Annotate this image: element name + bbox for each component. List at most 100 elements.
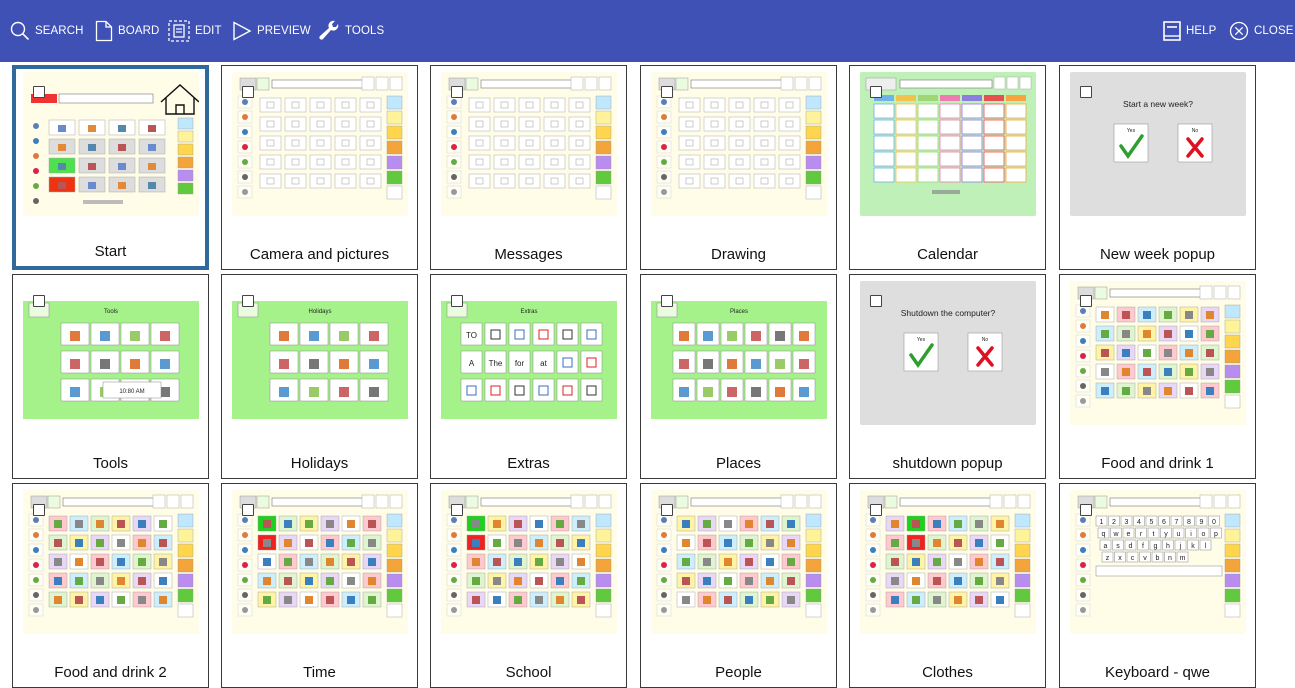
thumb-cell-symbol — [933, 558, 941, 566]
thumb-nav-symbol — [661, 189, 667, 195]
keyboard-key-label: o — [1202, 531, 1206, 538]
thumb-cell-symbol — [682, 596, 690, 604]
thumb-cell-symbol — [703, 577, 711, 585]
board-tile[interactable]: Start a new week? Yes No New week popup — [1059, 65, 1256, 270]
tile-select-checkbox[interactable] — [1080, 295, 1092, 307]
thumb-cell-symbol — [954, 596, 962, 604]
thumb-cell-symbol — [556, 577, 564, 585]
board-thumbnail — [232, 490, 408, 634]
board-tile[interactable]: Drawing — [640, 65, 837, 270]
thumb-cell-symbol — [88, 182, 96, 189]
thumb-cell-symbol — [996, 520, 1004, 528]
tile-select-checkbox[interactable] — [242, 86, 254, 98]
tile-select-checkbox[interactable] — [1080, 86, 1092, 98]
thumb-cell-symbol — [799, 387, 809, 397]
thumb-cell-symbol — [577, 539, 585, 547]
tile-select-checkbox[interactable] — [661, 504, 673, 516]
board-tile[interactable]: 1 2 3 4 5 6 7 8 9 0 q w e r t y u i o p a s d f g h j k l z x c v b n m Keyb… — [1059, 483, 1256, 688]
tile-select-checkbox[interactable] — [33, 295, 45, 307]
tile-label: Camera and pictures — [249, 246, 390, 263]
tools-label: TOOLS — [345, 25, 385, 37]
thumb-cell-symbol — [766, 577, 774, 585]
tile-select-checkbox[interactable] — [661, 295, 673, 307]
board-tile[interactable]: Extras TO A The for at Extras — [430, 274, 627, 479]
thumb-cell — [334, 97, 357, 113]
board-tile[interactable]: Clothes — [849, 483, 1046, 688]
board-tile[interactable]: Calendar — [849, 65, 1046, 270]
thumb-side-cell — [1224, 603, 1241, 618]
thumb-side-cell — [595, 558, 612, 573]
thumb-top-button — [375, 76, 389, 91]
thumb-message-bar — [899, 79, 993, 89]
tile-select-checkbox[interactable] — [242, 295, 254, 307]
thumb-cell-symbol — [117, 596, 125, 604]
thumb-nav-symbol — [661, 592, 667, 598]
thumb-cell — [468, 116, 491, 132]
board-tile[interactable]: School — [430, 483, 627, 688]
board-tile[interactable]: Holidays Holidays — [221, 274, 418, 479]
tile-select-checkbox[interactable] — [33, 86, 45, 98]
thumb-cell — [939, 167, 961, 183]
help-button[interactable]: HELP — [1163, 0, 1216, 62]
thumb-nav-symbol — [33, 607, 39, 613]
thumb-side-cell — [595, 513, 612, 528]
thumb-nav-symbol — [661, 159, 667, 165]
tile-label: shutdown popup — [892, 455, 1003, 472]
tile-select-checkbox[interactable] — [870, 86, 882, 98]
thumb-top-button — [389, 494, 403, 509]
thumb-cell-symbol — [368, 577, 376, 585]
board-tile[interactable]: Food and drink 2 — [12, 483, 209, 688]
board-tile[interactable]: Tools 10:80 AM Tools — [12, 274, 209, 479]
thumb-cell-symbol — [54, 558, 62, 566]
tile-select-checkbox[interactable] — [451, 295, 463, 307]
thumb-cell — [580, 378, 603, 402]
board-tile[interactable]: Places Places — [640, 274, 837, 479]
board-thumbnail — [1070, 281, 1246, 425]
close-button[interactable]: CLOSE — [1229, 0, 1294, 62]
thumb-cell-symbol — [556, 539, 564, 547]
thumb-cell — [309, 135, 332, 151]
thumb-cell-symbol — [118, 163, 126, 170]
thumb-cell — [895, 167, 917, 183]
edit-button[interactable]: EDIT — [168, 0, 222, 62]
board-tile[interactable]: Camera and pictures — [221, 65, 418, 270]
thumb-cell-symbol — [703, 596, 711, 604]
tile-select-checkbox[interactable] — [451, 504, 463, 516]
thumb-cell-symbol — [326, 558, 334, 566]
tile-select-checkbox[interactable] — [661, 86, 673, 98]
preview-button[interactable]: PREVIEW — [232, 0, 311, 62]
thumb-cell — [753, 116, 776, 132]
thumb-cell-symbol — [535, 539, 543, 547]
keyboard-key-label: j — [1179, 543, 1182, 550]
thumb-cell — [580, 350, 603, 374]
thumb-cell-symbol — [326, 577, 334, 585]
thumb-cell-symbol — [724, 596, 732, 604]
thumb-cell — [259, 97, 282, 113]
board-tile[interactable]: Time — [221, 483, 418, 688]
board-tile[interactable]: Shutdown the computer? Yes No shutdown popu… — [849, 274, 1046, 479]
thumb-nav-symbol — [242, 532, 248, 538]
thumb-cell-symbol — [159, 577, 167, 585]
board-thumbnail — [860, 490, 1036, 634]
tile-select-checkbox[interactable] — [870, 504, 882, 516]
board-tile[interactable]: Start — [12, 65, 209, 270]
thumb-nav-symbol — [242, 159, 248, 165]
board-button[interactable]: BOARD — [95, 0, 159, 62]
tile-select-checkbox[interactable] — [242, 504, 254, 516]
thumb-cell-symbol — [58, 125, 66, 132]
tile-select-checkbox[interactable] — [870, 295, 882, 307]
thumb-cell-symbol — [1206, 349, 1214, 357]
keyboard-key-label: w — [1112, 531, 1119, 538]
search-button[interactable]: SEARCH — [10, 0, 84, 62]
thumb-nav-symbol — [242, 607, 248, 613]
tile-select-checkbox[interactable] — [451, 86, 463, 98]
thumb-cell-symbol — [975, 520, 983, 528]
board-tile[interactable]: Messages — [430, 65, 627, 270]
thumb-cell-symbol — [577, 577, 585, 585]
tile-select-checkbox[interactable] — [1080, 504, 1092, 516]
board-tile[interactable]: Food and drink 1 — [1059, 274, 1256, 479]
board-tile[interactable]: People — [640, 483, 837, 688]
tile-select-checkbox[interactable] — [33, 504, 45, 516]
tools-button[interactable]: TOOLS — [318, 0, 384, 62]
thumb-cell — [309, 97, 332, 113]
